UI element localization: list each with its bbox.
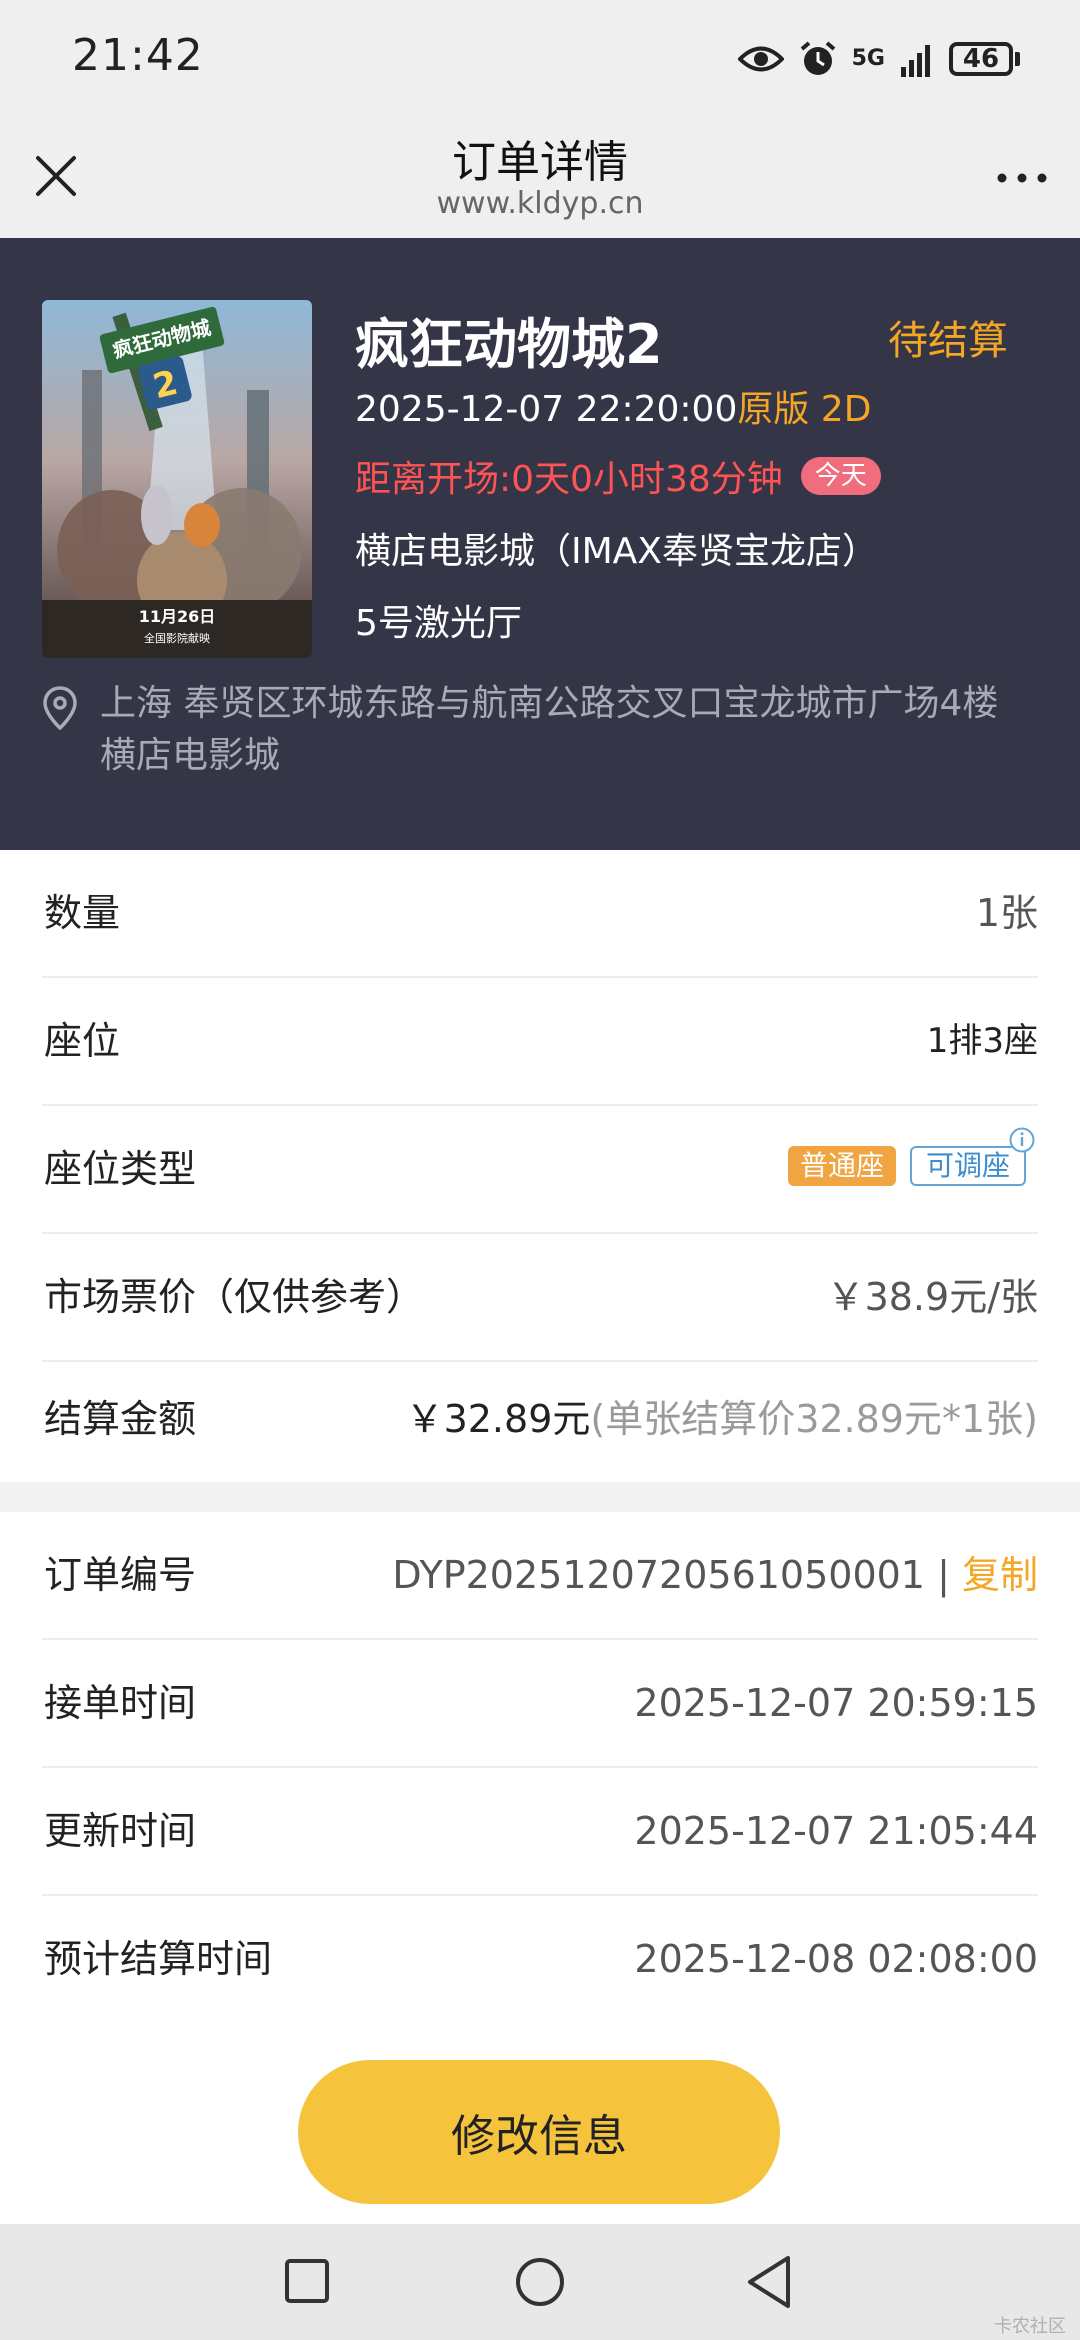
quantity-value: 1张 (975, 891, 1038, 935)
nav-bar: 订单详情 www.kldyp.cn (0, 118, 1080, 238)
accept-time-value: 2025-12-07 20:59:15 (634, 1681, 1038, 1725)
home-icon[interactable] (514, 2256, 566, 2308)
copy-button[interactable]: 复制 (962, 1553, 1038, 1597)
battery-level: 46 (949, 42, 1013, 76)
action-area: 修改信息 (0, 2024, 1080, 2224)
accept-time-label: 接单时间 (44, 1681, 197, 1725)
order-number-value: DYP202512072056105000​1 (392, 1553, 925, 1597)
recent-apps-icon[interactable] (284, 2258, 330, 2304)
settle-time-row: 预计结算时间 2025-12-08 02:08:00 (42, 1896, 1038, 2022)
order-status: 待结算 (888, 318, 1008, 364)
settlement-amount: ￥32.89元 (405, 1397, 591, 1441)
order-number-row: 订单编号 DYP202512072056105000​1 | 复制 (42, 1512, 1038, 1640)
showtime: 2025-12-07 22:20:00 (355, 389, 738, 430)
countdown: 距离开场:0天0小时38分钟 (355, 459, 783, 500)
seat-label: 座位 (44, 1019, 121, 1063)
eye-icon (737, 46, 784, 72)
market-price-row: 市场票价（仅供参考） ￥38.9元/张 (42, 1234, 1038, 1362)
poster-date: 11月26日 (139, 607, 216, 626)
accept-time-row: 接单时间 2025-12-07 20:59:15 (42, 1640, 1038, 1768)
order-number-group: DYP202512072056105000​1 | 复制 (392, 1512, 1038, 1638)
seat-type-tag: 普通座 (787, 1146, 896, 1186)
status-icons: 5G 46 (737, 34, 1020, 84)
today-badge: 今天 (800, 457, 881, 495)
page-url: www.kldyp.cn (436, 186, 644, 221)
movie-title: 疯狂动物城2 (355, 313, 663, 376)
location-pin-icon (43, 686, 77, 730)
system-nav-bar: 卡农社区 (0, 2224, 1080, 2340)
seat-value: 1排3座 (926, 1021, 1038, 1061)
quantity-label: 数量 (44, 891, 121, 935)
update-time-row: 更新时间 2025-12-07 21:05:44 (42, 1768, 1038, 1896)
market-price-label: 市场票价（仅供参考） (44, 1275, 425, 1319)
movie-poster: 疯狂动物城 2 11月26日 全国影院献映 (42, 300, 312, 658)
network-label: 5G (851, 46, 885, 71)
seat-row: 座位 1排3座 (42, 978, 1038, 1106)
settlement-row: 结算金额 ￥32.89元(单张结算价32.89元*1张) (42, 1356, 1038, 1482)
movie-version: 原版 2D (737, 389, 872, 430)
seat-type-tags: 普通座 可调座 (787, 1127, 1035, 1186)
alarm-icon (800, 41, 835, 75)
ticket-info-card: 数量 1张 座位 1排3座 座位类型 普通座 可调座 市场票价（仅供参考） ￥3… (0, 850, 1080, 1482)
settlement-label: 结算金额 (44, 1397, 197, 1441)
more-icon[interactable] (994, 166, 1050, 190)
poster-release: 全国影院献映 (144, 631, 210, 645)
seat-type-label: 座位类型 (44, 1147, 197, 1191)
seat-adjust-label: 可调座 (925, 1149, 1010, 1182)
seat-adjust-tag[interactable]: 可调座 (909, 1127, 1035, 1186)
signal-icon (901, 45, 930, 77)
status-time: 21:42 (72, 30, 204, 81)
settle-time-value: 2025-12-08 02:08:00 (634, 1937, 1038, 1981)
status-bar: 21:42 5G 46 (0, 0, 1080, 118)
cinema-name: 横店电影城（IMAX奉贤宝龙店） (355, 531, 878, 572)
cinema-address[interactable]: 上海 奉贤区环城东路与航南公路交叉口宝龙城市广场4楼横店电影城 (100, 678, 1020, 782)
settlement-value-group: ￥32.89元(单张结算价32.89元*1张) (406, 1356, 1038, 1482)
modify-info-button[interactable]: 修改信息 (298, 2060, 780, 2204)
hall-name: 5号激光厅 (355, 603, 522, 644)
seat-type-row: 座位类型 普通座 可调座 (42, 1106, 1038, 1234)
countdown-line: 距离开场:0天0小时38分钟 今天 (355, 450, 881, 502)
movie-header: 疯狂动物城 2 11月26日 全国影院献映 疯狂动物城2 待结算 2025-12… (0, 238, 1080, 850)
info-icon[interactable] (1008, 1126, 1036, 1154)
settlement-detail: (单张结算价32.89元*1张) (590, 1397, 1038, 1441)
market-price-value: ￥38.9元/张 (826, 1275, 1038, 1319)
quantity-row: 数量 1张 (42, 850, 1038, 978)
showtime-line: 2025-12-07 22:20:00原版 2D (355, 380, 871, 432)
order-info-card: 订单编号 DYP202512072056105000​1 | 复制 接单时间 2… (0, 1512, 1080, 2024)
back-icon[interactable] (744, 2254, 794, 2310)
update-time-label: 更新时间 (44, 1809, 197, 1853)
page-title: 订单详情 (452, 137, 628, 188)
update-time-value: 2025-12-07 21:05:44 (634, 1809, 1038, 1853)
order-number-label: 订单编号 (44, 1553, 197, 1597)
watermark: 卡农社区 (994, 2316, 1066, 2337)
settle-time-label: 预计结算时间 (44, 1937, 273, 1981)
battery-icon: 46 (949, 42, 1020, 76)
separator: | (937, 1553, 950, 1597)
